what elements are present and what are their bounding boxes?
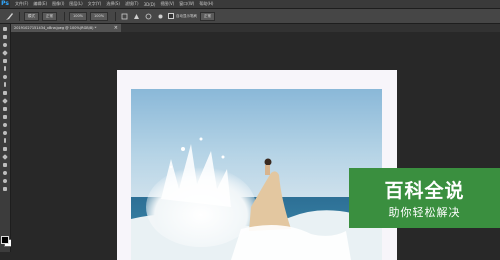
watermark-subtitle: 助你轻松解决 <box>388 206 461 219</box>
menu-type[interactable]: 文字(Y) <box>88 1 102 7</box>
options-bar: 模式 正常 100% 100% 自动显示笔刷 正常 <box>0 9 500 24</box>
document-canvas[interactable] <box>117 70 397 260</box>
flow-field[interactable]: 100% <box>90 11 109 21</box>
photo-image <box>131 89 382 260</box>
menu-filter[interactable]: 滤镜(T) <box>125 1 139 7</box>
brush-preset-dropdown[interactable]: 正常 <box>42 11 57 21</box>
brush-tool-icon[interactable] <box>0 81 10 88</box>
lasso-tool-icon[interactable] <box>0 41 10 48</box>
menu-edit[interactable]: 编辑(E) <box>33 1 47 7</box>
dodge-tool-icon[interactable] <box>0 129 10 136</box>
quick-select-tool-icon[interactable] <box>0 49 10 56</box>
foreground-color-swatch[interactable] <box>1 236 9 244</box>
zoom-tool-icon[interactable] <box>0 177 10 184</box>
blend-mode-dropdown[interactable]: 正常 <box>200 11 216 21</box>
brush-mode-dropdown[interactable]: 模式 <box>24 11 39 21</box>
gradient-tool-icon[interactable] <box>0 113 10 120</box>
close-icon[interactable]: × <box>114 24 118 32</box>
menu-help[interactable]: 帮助(H) <box>199 1 213 7</box>
menu-layer[interactable]: 图层(L) <box>69 1 82 7</box>
extra-tools-icon[interactable] <box>0 185 10 192</box>
settings-icon[interactable] <box>156 12 164 20</box>
eraser-tool-icon[interactable] <box>0 105 10 112</box>
menu-select[interactable]: 选择(S) <box>106 1 120 7</box>
sample-label: 自动显示笔刷 <box>176 13 198 18</box>
menu-3d[interactable]: 3D(D) <box>144 2 156 7</box>
path-select-tool-icon[interactable] <box>0 153 10 160</box>
type-tool-icon[interactable] <box>0 145 10 152</box>
clone-stamp-tool-icon[interactable] <box>0 89 10 96</box>
move-tool-icon[interactable] <box>0 25 10 32</box>
watermark-title: 百科全说 <box>384 180 465 202</box>
blur-tool-icon[interactable] <box>0 121 10 128</box>
document-tab-bar: 20191027151434_xBrw.jpeg @ 100%(RGB/8) *… <box>11 24 500 32</box>
document-tab[interactable]: 20191027151434_xBrw.jpeg @ 100%(RGB/8) *… <box>11 24 121 32</box>
color-swatches[interactable] <box>1 236 12 247</box>
tools-panel <box>0 24 12 252</box>
photoshop-logo: Ps <box>0 0 10 8</box>
menu-image[interactable]: 图像(I) <box>52 1 64 7</box>
crop-tool-icon[interactable] <box>0 57 10 64</box>
menu-window[interactable]: 窗口(W) <box>179 1 194 7</box>
document-tab-title: 20191027151434_xBrw.jpeg @ 100%(RGB/8) * <box>14 26 97 30</box>
watermark-badge: 百科全说 助你轻松解决 <box>349 168 500 228</box>
menu-bar: Ps 文件(F) 编辑(E) 图像(I) 图层(L) 文字(Y) 选择(S) 滤… <box>0 0 500 9</box>
shape-tool-icon[interactable] <box>0 161 10 168</box>
brush-icon[interactable] <box>3 10 15 22</box>
menu-file[interactable]: 文件(F) <box>15 1 28 7</box>
healing-brush-tool-icon[interactable] <box>0 73 10 80</box>
divider <box>64 11 65 21</box>
divider <box>115 11 117 21</box>
pressure-opacity-icon[interactable] <box>132 12 140 20</box>
marquee-tool-icon[interactable] <box>0 33 10 40</box>
sample-icon[interactable] <box>144 12 152 20</box>
pen-tool-icon[interactable] <box>0 137 10 144</box>
history-brush-tool-icon[interactable] <box>0 97 10 104</box>
divider <box>19 11 20 21</box>
opacity-field[interactable]: 100% <box>69 11 88 21</box>
menu-view[interactable]: 视图(V) <box>160 1 174 7</box>
hand-tool-icon[interactable] <box>0 169 10 176</box>
eyedropper-tool-icon[interactable] <box>0 65 10 72</box>
airbrush-icon[interactable] <box>120 12 128 20</box>
sample-all-layers-checkbox[interactable] <box>168 13 175 19</box>
